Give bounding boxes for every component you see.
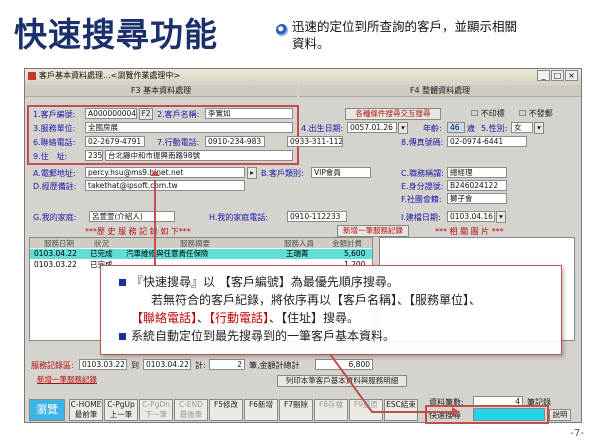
arrow-path [329,353,452,413]
callout-arrows [150,170,460,417]
arrow-head [452,407,460,417]
connector-head [150,170,160,176]
page-number: -7- [570,428,584,439]
